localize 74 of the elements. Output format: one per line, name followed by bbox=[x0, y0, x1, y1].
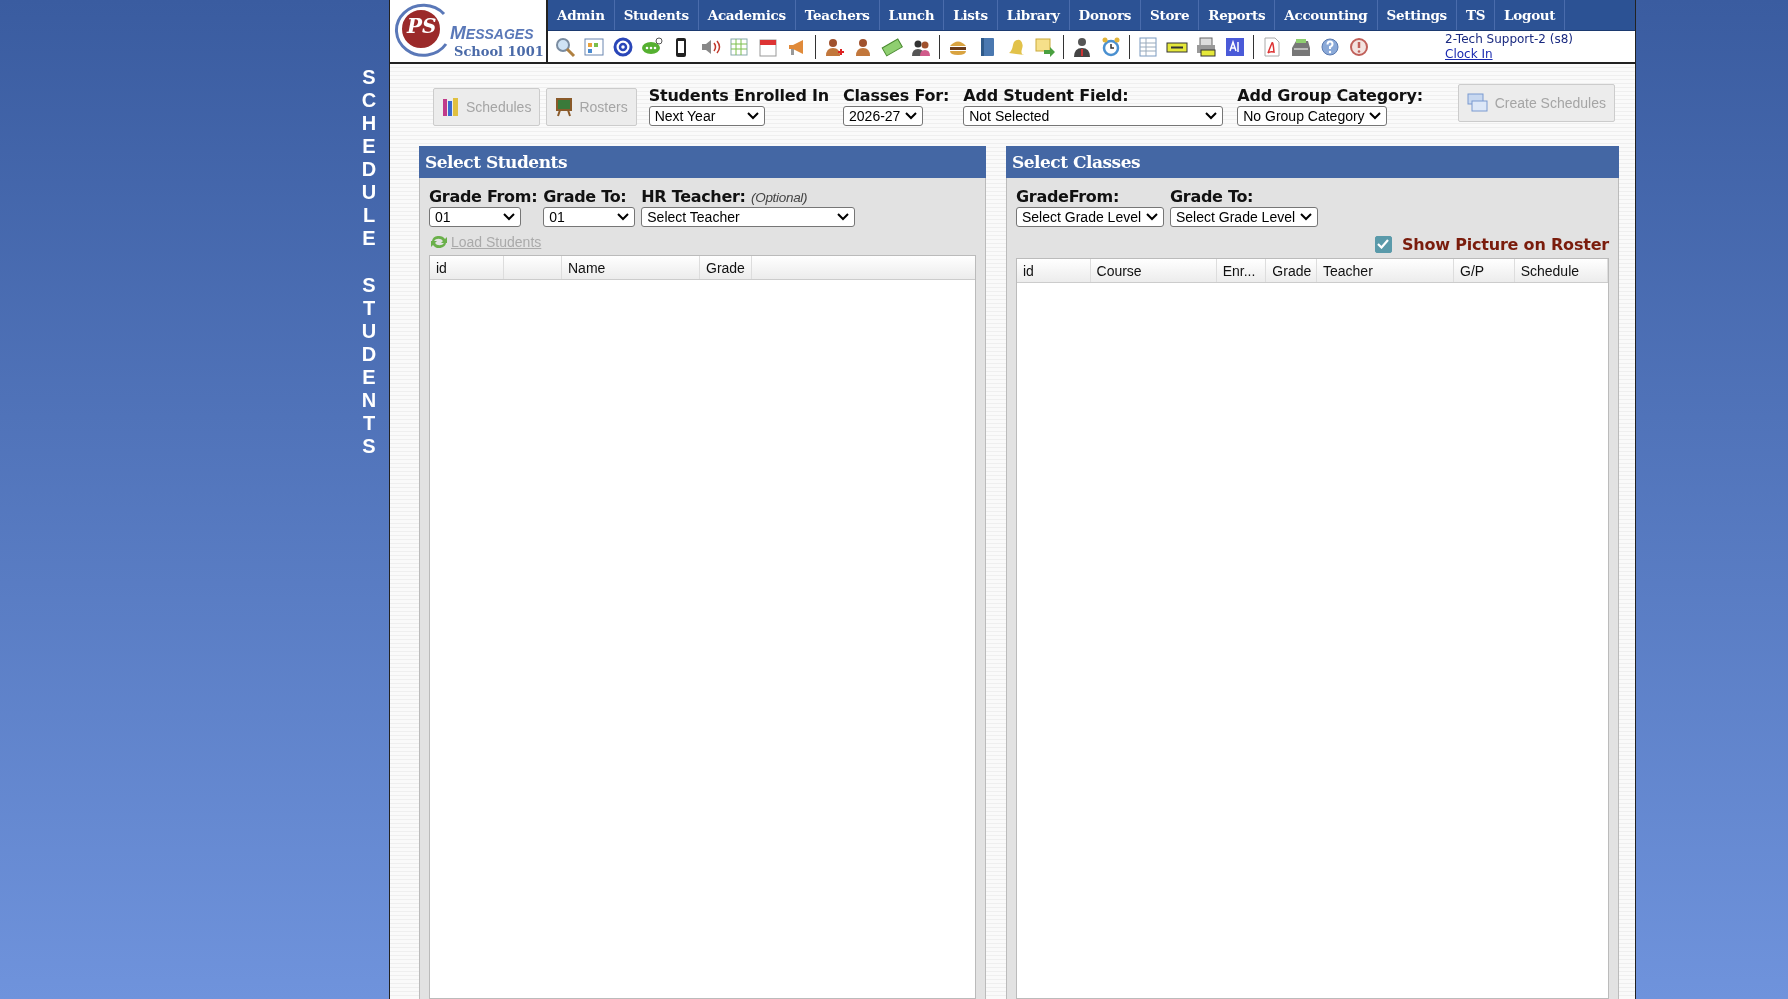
column-header[interactable]: Schedule bbox=[1514, 259, 1608, 282]
field-label: Grade To: bbox=[543, 187, 628, 206]
page-title-vertical: STUDENTS bbox=[360, 274, 378, 458]
field-label: GradeFrom: bbox=[1016, 187, 1120, 206]
menu-item[interactable]: Admin bbox=[548, 0, 615, 30]
stacked-windows-icon bbox=[1466, 93, 1489, 113]
grade-to-dropdown[interactable]: 01 bbox=[543, 207, 636, 227]
menu-item[interactable]: Logout bbox=[1495, 0, 1566, 30]
chevron-icon bbox=[617, 213, 630, 221]
field-label: Add Group Category: bbox=[1237, 86, 1423, 105]
column-header[interactable]: Teacher bbox=[1317, 259, 1455, 282]
books-icon bbox=[442, 97, 460, 117]
panel-title: Select Classes bbox=[1006, 146, 1619, 178]
checkbox-label[interactable]: Show Picture on Roster bbox=[1401, 234, 1609, 254]
chevron-icon bbox=[503, 213, 515, 221]
select-dropdown[interactable]: Next Year bbox=[648, 106, 765, 126]
menu-item[interactable]: Library bbox=[997, 0, 1070, 30]
field-label: Classes For: bbox=[843, 86, 950, 105]
select-dropdown[interactable]: 2026-27 bbox=[843, 106, 924, 126]
warning-icon[interactable] bbox=[1348, 35, 1370, 58]
column-header[interactable]: Grade bbox=[1266, 259, 1317, 282]
school-name: School 1001 bbox=[454, 44, 544, 59]
panel-title: Select Students bbox=[419, 146, 986, 178]
select-dropdown[interactable]: No Group Category bbox=[1237, 106, 1388, 126]
user-name: 2-Tech Support-2 (s8) bbox=[1445, 31, 1574, 47]
search-icon[interactable] bbox=[554, 35, 576, 58]
printer-icon[interactable] bbox=[1195, 35, 1217, 58]
chevron-icon bbox=[837, 213, 850, 221]
menu-item[interactable]: Lunch bbox=[879, 0, 945, 30]
chevron-icon bbox=[1205, 112, 1218, 120]
man-in-suit-icon[interactable] bbox=[1071, 35, 1093, 58]
column-header[interactable]: Grade bbox=[700, 256, 752, 279]
checkbox[interactable] bbox=[1374, 235, 1392, 253]
clock-in-link[interactable]: Clock In bbox=[1445, 46, 1493, 62]
column-header[interactable]: Course bbox=[1090, 259, 1217, 282]
chevron-icon bbox=[1300, 213, 1312, 221]
column-header[interactable]: Name bbox=[562, 256, 700, 279]
menu-item[interactable]: Reports bbox=[1199, 0, 1276, 30]
logo-text: MESSAGES bbox=[450, 22, 534, 44]
alarm-clock-icon[interactable] bbox=[1100, 35, 1122, 58]
column-header[interactable]: id bbox=[1017, 259, 1091, 282]
easel-icon bbox=[555, 97, 574, 117]
menu-item[interactable]: Store bbox=[1141, 0, 1200, 30]
chevron-icon bbox=[905, 112, 918, 120]
teacher-dropdown[interactable]: Select Teacher bbox=[641, 207, 856, 227]
field-label: Grade To: bbox=[1170, 187, 1255, 206]
chevron-icon bbox=[746, 112, 759, 120]
menu-item[interactable]: Accounting bbox=[1275, 0, 1378, 30]
menu-item[interactable]: Academics bbox=[698, 0, 796, 30]
chevron-icon bbox=[1369, 112, 1382, 120]
note-arrow-icon[interactable] bbox=[1034, 35, 1056, 58]
chevron-icon bbox=[1146, 213, 1158, 221]
logo-mark: PS bbox=[407, 14, 437, 38]
menu-item[interactable]: Students bbox=[614, 0, 699, 30]
grade-from-dropdown[interactable]: Select Grade Level bbox=[1016, 207, 1164, 227]
grid-icon[interactable] bbox=[583, 35, 605, 58]
field-label: Add Student Field: bbox=[963, 86, 1130, 105]
menu-item[interactable]: TS bbox=[1456, 0, 1496, 30]
grade-from-dropdown[interactable]: 01 bbox=[429, 207, 521, 227]
field-label: Grade From: bbox=[429, 187, 538, 206]
field-label: HR Teacher: (Optional) bbox=[641, 187, 809, 206]
help-icon[interactable] bbox=[1319, 35, 1341, 58]
menu-item[interactable]: Donors bbox=[1069, 0, 1141, 30]
select-dropdown[interactable]: Not Selected bbox=[963, 106, 1224, 126]
grade-to-dropdown[interactable]: Select Grade Level bbox=[1170, 207, 1318, 227]
column-header[interactable]: Enr... bbox=[1216, 259, 1267, 282]
column-header[interactable]: G/P bbox=[1454, 259, 1515, 282]
menu-item[interactable]: Settings bbox=[1377, 0, 1457, 30]
menu-item[interactable]: Teachers bbox=[795, 0, 880, 30]
menu-item[interactable]: Lists bbox=[944, 0, 998, 30]
column-header[interactable]: id bbox=[430, 256, 504, 279]
page-title-vertical: SCHEDULE bbox=[360, 66, 378, 250]
letters-tile-icon[interactable] bbox=[1224, 35, 1246, 58]
field-label: Students Enrolled In bbox=[648, 86, 830, 105]
